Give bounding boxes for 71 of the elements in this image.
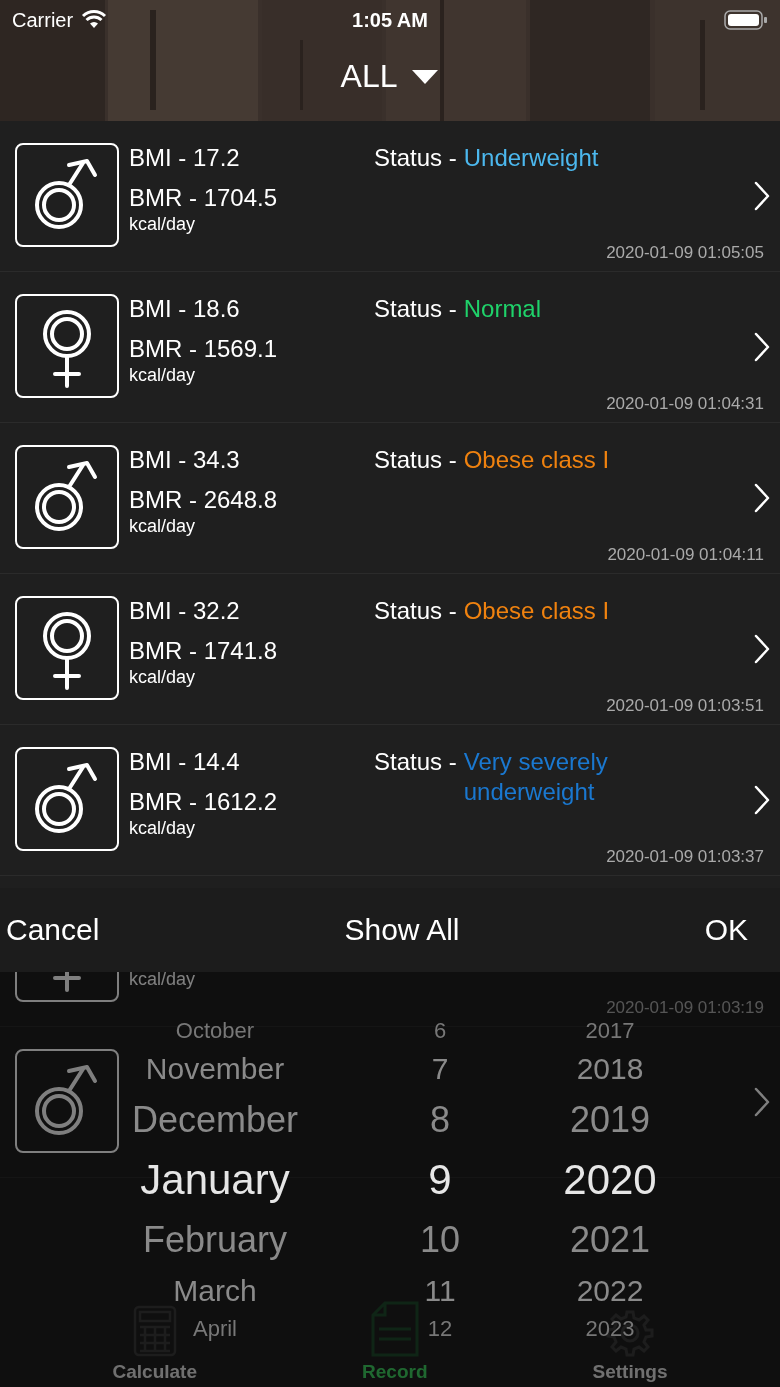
- month-option[interactable]: April: [193, 1314, 237, 1344]
- battery-icon: [724, 9, 768, 31]
- clock-time: 1:05 AM: [352, 8, 428, 32]
- chevron-icon: [754, 785, 770, 815]
- bmi-value: BMI - 32.2: [129, 596, 241, 626]
- status-label: Status -: [374, 445, 457, 475]
- day-option[interactable]: 12: [427, 1314, 453, 1344]
- filter-dropdown[interactable]: ALL: [336, 58, 444, 95]
- year-option[interactable]: 2020: [563, 1148, 657, 1212]
- bmi-value: BMI - 34.3: [129, 445, 241, 475]
- timestamp: 2020-01-09 01:03:51: [606, 696, 764, 716]
- status-value: Normal: [463, 294, 542, 324]
- chevron-icon: [754, 1087, 770, 1117]
- status-label: Status -: [374, 596, 457, 626]
- timestamp: 2020-01-09 01:05:05: [606, 243, 764, 263]
- day-option[interactable]: 9: [428, 1148, 452, 1212]
- unit-label: kcal/day: [129, 968, 197, 990]
- month-option[interactable]: December: [131, 1092, 299, 1148]
- year-option[interactable]: 2018: [576, 1046, 644, 1092]
- carrier-label: Carrier: [12, 8, 74, 32]
- year-option[interactable]: 2019: [569, 1092, 651, 1148]
- timestamp: 2020-01-09 01:03:37: [606, 847, 764, 867]
- status-value: Underweight: [463, 143, 599, 173]
- day-option[interactable]: 10: [419, 1212, 460, 1268]
- bmr-value: BMR - 1741.8: [129, 636, 279, 666]
- ok-button[interactable]: OK: [704, 909, 774, 951]
- year-option[interactable]: 2023: [585, 1314, 635, 1344]
- bmi-value: BMI - 14.4: [129, 747, 241, 777]
- chevron-icon: [754, 181, 770, 211]
- timestamp: 2020-01-09 01:04:11: [607, 545, 764, 565]
- month-option[interactable]: January: [140, 1148, 290, 1212]
- status-value: Very severely underweight: [463, 747, 609, 807]
- unit-label: kcal/day: [129, 515, 197, 537]
- cancel-button[interactable]: Cancel: [6, 909, 100, 951]
- tab[interactable]: Settings: [592, 1361, 668, 1383]
- bmi-value: BMI - 17.2: [129, 143, 241, 173]
- day-option[interactable]: 11: [424, 1268, 456, 1314]
- bmr-value: BMR - 1704.5: [129, 183, 279, 213]
- year-option[interactable]: 2022: [576, 1268, 644, 1314]
- day-option[interactable]: 8: [430, 1092, 450, 1148]
- month-option[interactable]: November: [145, 1046, 285, 1092]
- wifi-icon: [81, 10, 108, 30]
- unit-label: kcal/day: [129, 817, 197, 839]
- day-option[interactable]: 6: [433, 1016, 447, 1046]
- status-label: Status -: [374, 294, 457, 324]
- status-value: Obese class I: [463, 596, 610, 626]
- tab[interactable]: Record: [362, 1361, 428, 1383]
- timestamp: 2020-01-09 01:03:19: [606, 998, 764, 1018]
- chevron-icon: [754, 634, 770, 664]
- year-option[interactable]: 2017: [585, 1016, 635, 1046]
- status-value: Obese class I: [463, 445, 610, 475]
- chevron-icon: [754, 483, 770, 513]
- bmr-value: BMR - 2648.8: [129, 485, 279, 515]
- unit-label: kcal/day: [129, 364, 197, 386]
- bmi-value: BMI - 18.6: [129, 294, 241, 324]
- month-option[interactable]: October: [175, 1016, 255, 1046]
- bmr-value: BMR - 1612.2: [129, 787, 279, 817]
- unit-label: kcal/day: [129, 666, 197, 688]
- status-label: Status -: [374, 143, 457, 173]
- show-all-button[interactable]: Show All: [344, 909, 460, 951]
- year-option[interactable]: 2021: [569, 1212, 651, 1268]
- month-option[interactable]: February: [142, 1212, 288, 1268]
- timestamp: 2020-01-09 01:04:31: [606, 394, 764, 414]
- unit-label: kcal/day: [129, 213, 197, 235]
- status-label: Status -: [374, 747, 457, 777]
- tab[interactable]: Calculate: [112, 1361, 197, 1383]
- caret-icon: [411, 68, 440, 85]
- bmr-value: BMR - 1569.1: [129, 334, 279, 364]
- month-option[interactable]: March: [173, 1268, 257, 1314]
- chevron-icon: [754, 332, 770, 362]
- day-option[interactable]: 7: [431, 1046, 449, 1092]
